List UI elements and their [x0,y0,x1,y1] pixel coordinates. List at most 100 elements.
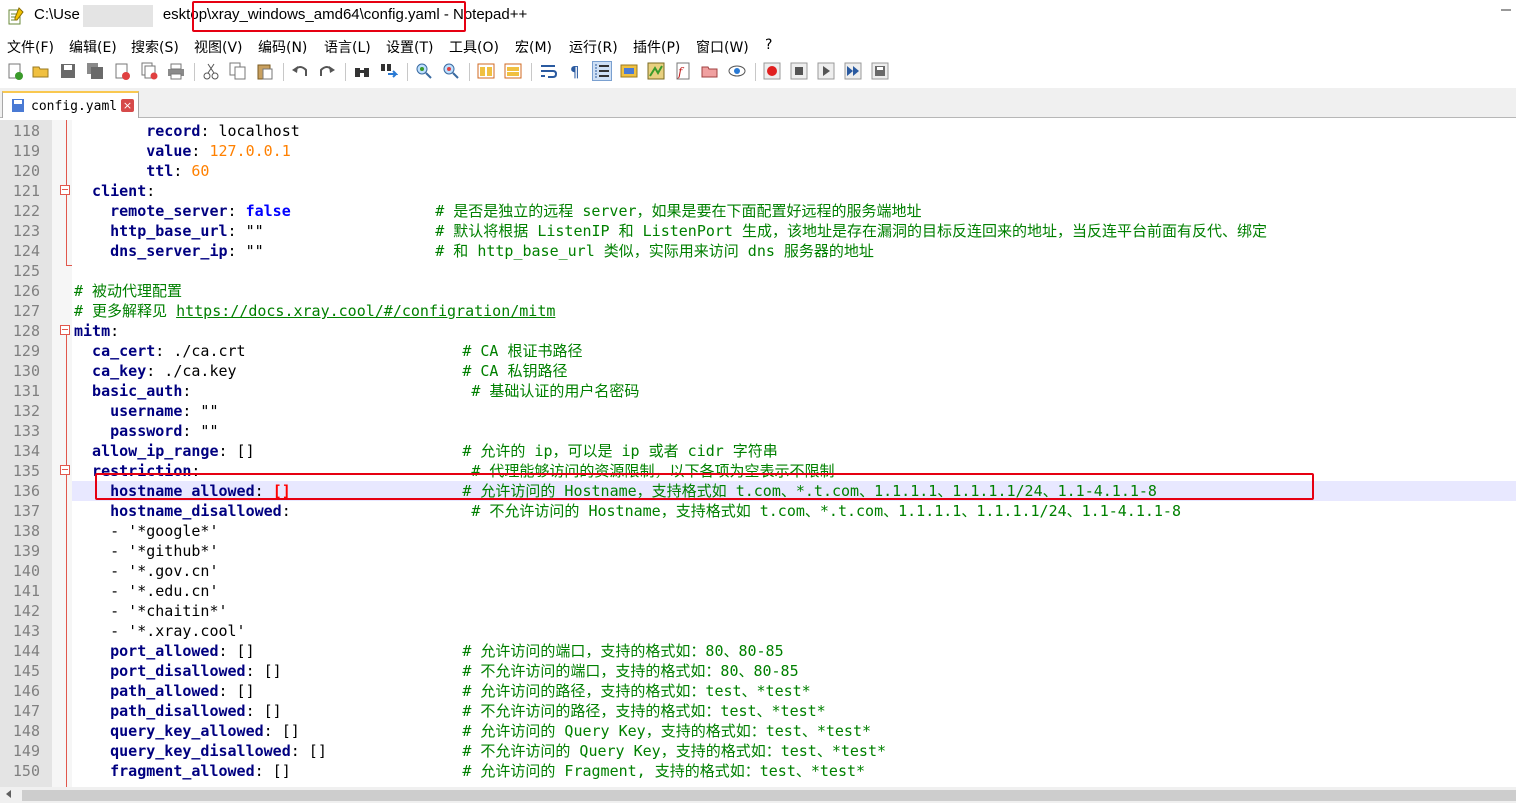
sync-horizontal-icon[interactable] [504,62,522,80]
zoom-in-icon[interactable] [415,62,433,80]
toolbar-separator [469,63,470,81]
indent-guide-icon[interactable] [592,61,612,81]
line-number: 132 [12,402,40,420]
zoom-out-icon[interactable] [442,62,460,80]
code-token: ca_cert [74,342,156,360]
paste-icon[interactable] [256,62,274,80]
code-token: - '*chaitin*' [74,602,228,620]
scroll-left-icon[interactable] [4,789,14,799]
code-token: : localhost [200,122,300,140]
code-token: # 允许访问的 Query Key，支持的格式如：test、*test* [462,722,872,740]
code-token: path_allowed [74,682,219,700]
hostname-allowed-highlight-box [95,473,1314,500]
close-icon[interactable] [113,62,131,80]
menu-help[interactable]: ? [765,37,772,53]
line-number: 140 [12,562,40,580]
code-token: basic_auth [74,382,183,400]
line-number: 133 [12,422,40,440]
save-macro-icon[interactable] [871,62,889,80]
menu-view[interactable]: 视图(V) [194,37,243,57]
menu-run[interactable]: 运行(R) [569,37,618,57]
play-macro-icon[interactable] [817,62,835,80]
editor[interactable]: 118 record: localhost 119 value: 127.0.0.… [0,120,1516,787]
line-number: 128 [12,322,40,340]
code-token: password [74,422,183,440]
redo-icon[interactable] [318,62,336,80]
doc-map-icon[interactable] [647,62,665,80]
code-line: # 更多解释见 https://docs.xray.cool/#/configr… [74,301,555,321]
replace-icon[interactable] [380,62,398,80]
line-number: 127 [12,302,40,320]
toolbar-separator [755,63,756,81]
svg-text:¶: ¶ [570,63,580,80]
menu-file[interactable]: 文件(F) [7,37,54,57]
tab-close-icon[interactable]: × [121,99,134,112]
code-token: ca_key [74,362,147,380]
menu-edit[interactable]: 编辑(E) [69,37,117,57]
save-all-icon[interactable] [86,62,104,80]
line-number: 136 [12,482,40,500]
record-macro-icon[interactable] [763,62,781,80]
copy-icon[interactable] [229,62,247,80]
undo-icon[interactable] [291,62,309,80]
fold-end [66,265,72,266]
code-token: ttl [74,162,174,180]
code-token: : [] [218,682,463,700]
code-token: : [] [254,762,463,780]
code-token: # 默认将根据 ListenIP 和 ListenPort 生成，该地址是存在漏… [435,222,1267,240]
tab-label: config.yaml [31,99,118,114]
code-token: : [] [245,702,463,720]
line-number: 126 [12,282,40,300]
monitor-icon[interactable] [728,62,746,80]
menu-tools[interactable]: 工具(O) [449,37,499,57]
show-all-chars-icon[interactable]: ¶ [566,62,584,80]
save-icon[interactable] [59,62,77,80]
code-token: : [182,382,472,400]
code-token: query_key_allowed [74,722,264,740]
code-token: : [] [263,722,463,740]
close-all-icon[interactable] [140,62,158,80]
menu-language[interactable]: 语言(L) [324,37,371,57]
code-token: # CA 私钥路径 [462,362,568,380]
menu-window[interactable]: 窗口(W) [696,37,749,57]
code-token: # 基础认证的用户名密码 [471,382,640,400]
scrollbar-thumb[interactable] [22,790,1516,801]
fold-toggle-mitm[interactable] [60,325,70,335]
menu-macro[interactable]: 宏(M) [515,37,552,57]
word-wrap-icon[interactable] [539,62,557,80]
menu-encoding[interactable]: 编码(N) [258,37,307,57]
open-file-icon[interactable] [32,62,50,80]
horizontal-scrollbar[interactable] [0,787,1516,803]
toolbar-separator [531,63,532,81]
folder-workspace-icon[interactable] [701,62,719,80]
code-token: : [] [290,742,463,760]
code-token: record [74,122,201,140]
code-token: path_disallowed [74,702,246,720]
line-number: 144 [12,642,40,660]
function-list-icon[interactable]: f [674,62,692,80]
line-number: 124 [12,242,40,260]
fold-toggle-restriction[interactable] [60,465,70,475]
code-token[interactable]: https://docs.xray.cool/#/configration/mi… [176,302,555,320]
line-number: 125 [12,262,40,280]
new-file-icon[interactable] [6,62,24,80]
find-icon[interactable] [353,62,371,80]
cut-icon[interactable] [202,62,220,80]
code-token: # 是否是独立的远程 server，如果是要在下面配置好远程的服务端地址 [435,202,922,220]
tab-config-yaml[interactable]: config.yaml × [2,91,139,118]
code-token: # 允许访问的路径，支持的格式如：test、*test* [462,682,811,700]
minimize-icon[interactable] [1500,4,1512,16]
code-token: : [] [245,662,463,680]
fold-toggle-client[interactable] [60,185,70,195]
sync-vertical-icon[interactable] [477,62,495,80]
code-token: value [74,142,192,160]
code-token: : "" [227,242,436,260]
menu-search[interactable]: 搜索(S) [131,37,179,57]
menu-plugins[interactable]: 插件(P) [633,37,680,57]
print-icon[interactable] [167,62,185,80]
run-macro-multiple-icon[interactable] [844,62,862,80]
code-token: # 不允许访问的 Query Key，支持的格式如：test、*test* [462,742,887,760]
udl-icon[interactable] [620,62,638,80]
menu-settings[interactable]: 设置(T) [386,37,433,57]
stop-macro-icon[interactable] [790,62,808,80]
